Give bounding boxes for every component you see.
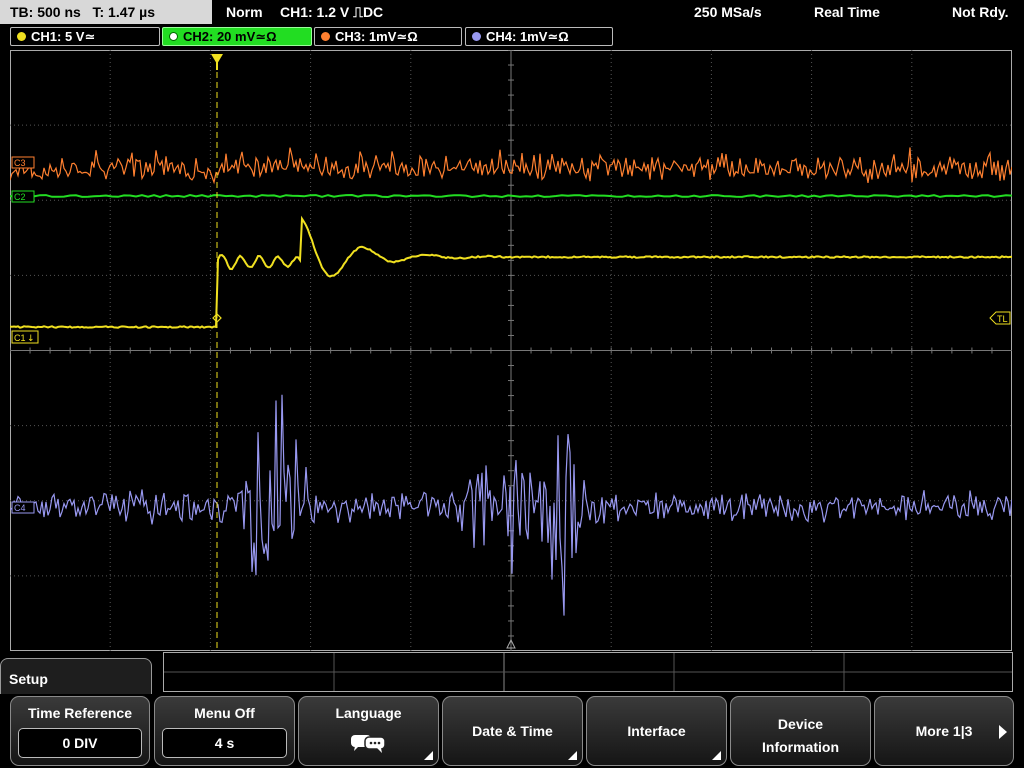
ch4-offset-marker[interactable]: C4 <box>11 501 35 514</box>
acquisition-status: Not Rdy. <box>952 4 1009 20</box>
channel-label: CH1: 5 V≃ <box>31 29 96 44</box>
status-bar: TB: 500 ns T: 1.47 µs Norm CH1: 1.2 V ⎍D… <box>0 0 1024 24</box>
ch1-marker-label: C1 <box>14 333 26 343</box>
trigger-time-value: T: 1.47 µs <box>92 4 156 20</box>
language-button[interactable]: Language <box>298 696 439 766</box>
trigger-level-label: TL <box>997 314 1008 324</box>
ch1-offset-marker[interactable]: C1 ↓ <box>11 330 39 344</box>
channel-tab-ch1[interactable]: CH1: 5 V≃ <box>10 27 160 46</box>
time-reference-button[interactable]: Time Reference 0 DIV <box>10 696 150 766</box>
sample-rate: 250 MSa/s <box>694 4 762 20</box>
device-information-label-line2: Information <box>762 739 839 755</box>
submenu-corner-icon <box>424 751 433 760</box>
timebase-value: TB: 500 ns <box>10 4 81 20</box>
ch3-offset-marker[interactable]: C3 <box>11 156 35 169</box>
ch2-offset-marker[interactable]: C2 <box>11 190 35 203</box>
strip-grid <box>164 653 1012 691</box>
ch4-marker-label: C4 <box>14 503 26 513</box>
ch3-marker-label: C3 <box>14 158 26 168</box>
ch4-dot-icon <box>472 32 481 41</box>
next-page-arrow-icon <box>999 725 1007 739</box>
trigger-position-marker[interactable] <box>211 54 223 70</box>
menu-off-value: 4 s <box>162 728 287 758</box>
channel-label: CH4: 1mV≃Ω <box>486 29 569 44</box>
date-time-button[interactable]: Date & Time <box>442 696 583 766</box>
interface-button[interactable]: Interface <box>586 696 727 766</box>
device-information-label-line1: Device <box>777 716 824 732</box>
ch1-ground-icon: ↓ <box>27 334 35 344</box>
more-button[interactable]: More 1|3 <box>874 696 1014 766</box>
more-label: More 1|3 <box>915 723 973 739</box>
trigger-mode[interactable]: Norm <box>226 0 263 24</box>
ch3-dot-icon <box>321 32 330 41</box>
channel-tab-ch2[interactable]: CH2: 20 mV≃Ω <box>162 27 312 46</box>
time-reference-value: 0 DIV <box>18 728 142 758</box>
submenu-corner-icon <box>712 751 721 760</box>
timebase-box[interactable]: TB: 500 ns T: 1.47 µs <box>0 0 212 24</box>
channel-label: CH3: 1mV≃Ω <box>335 29 418 44</box>
menu-title-tab: Setup <box>0 658 152 694</box>
ch2-marker-label: C2 <box>14 192 26 202</box>
channel-tab-ch4[interactable]: CH4: 1mV≃Ω <box>465 27 613 46</box>
date-time-label: Date & Time <box>472 723 553 739</box>
interface-label: Interface <box>627 723 686 739</box>
trigger-source[interactable]: CH1: 1.2 V ⎍DC <box>280 0 383 24</box>
device-information-button[interactable]: Device Information <box>730 696 871 766</box>
channel-bar: CH1: 5 V≃ CH2: 20 mV≃Ω CH3: 1mV≃Ω CH4: 1… <box>0 24 1024 48</box>
menu-title: Setup <box>9 671 48 687</box>
language-label: Language <box>335 705 402 721</box>
trigger-level-marker[interactable]: TL <box>989 311 1011 325</box>
graticule <box>10 50 1012 651</box>
waveform-canvas: C3 C2 C1 ↓ C4 TL <box>10 50 1012 651</box>
acquisition-mode: Real Time <box>814 4 880 20</box>
channel-label: CH2: 20 mV≃Ω <box>183 29 277 44</box>
menu-off-label: Menu Off <box>194 705 255 721</box>
speech-bubbles-icon <box>351 735 386 753</box>
channel-tab-ch3[interactable]: CH3: 1mV≃Ω <box>314 27 462 46</box>
ch2-waveform <box>10 193 1012 199</box>
submenu-corner-icon <box>568 751 577 760</box>
menu-off-button[interactable]: Menu Off 4 s <box>154 696 295 766</box>
ch2-dot-icon <box>169 32 178 41</box>
ch1-dot-icon <box>17 32 26 41</box>
time-reference-label: Time Reference <box>27 705 132 721</box>
zoom-overview-strip <box>163 652 1013 692</box>
